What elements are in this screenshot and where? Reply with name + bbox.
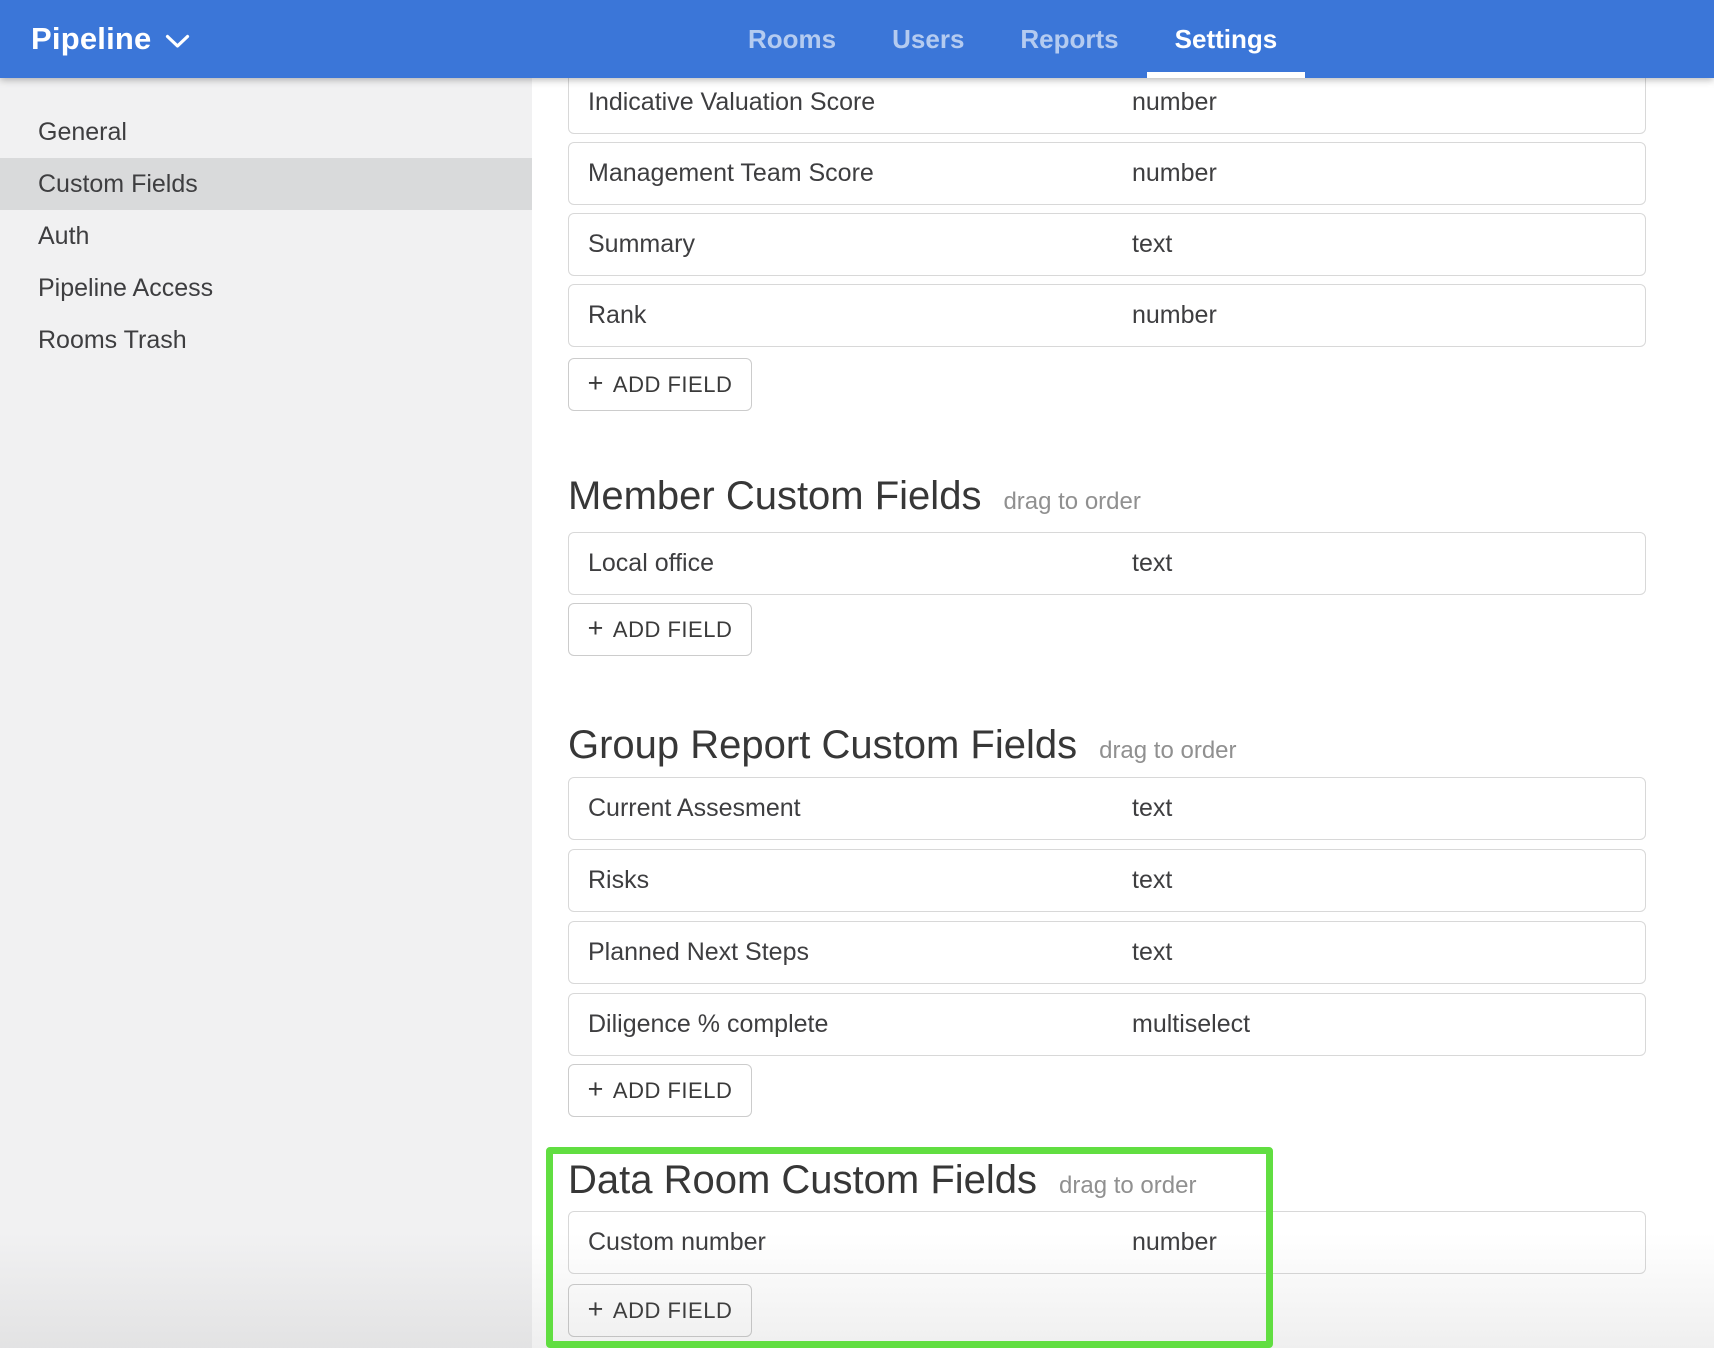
sidebar-item-label: Custom Fields — [38, 170, 198, 199]
field-type: number — [1132, 88, 1217, 117]
sidebar-item-pipeline-access[interactable]: Pipeline Access — [0, 262, 532, 314]
field-name: Risks — [588, 866, 649, 895]
tab-rooms-label: Rooms — [748, 24, 836, 55]
custom-field-row[interactable]: Management Team Score number — [568, 142, 1646, 205]
field-name: Indicative Valuation Score — [588, 88, 875, 117]
active-tab-indicator — [1147, 72, 1306, 78]
field-type: text — [1132, 938, 1172, 967]
sidebar-item-label: Rooms Trash — [38, 326, 187, 355]
field-name: Current Assesment — [588, 794, 801, 823]
tab-reports-label: Reports — [1020, 24, 1118, 55]
sidebar-item-auth[interactable]: Auth — [0, 210, 532, 262]
add-field-label: ADD FIELD — [613, 372, 732, 398]
top-nav: Rooms Users Reports Settings — [720, 0, 1305, 78]
sidebar-item-custom-fields[interactable]: Custom Fields — [0, 158, 532, 210]
field-name: Custom number — [588, 1228, 766, 1257]
settings-page: Pipeline Rooms Users Reports Settings — [0, 0, 1714, 1348]
section-title: Data Room Custom Fields — [568, 1156, 1037, 1204]
field-name: Diligence % complete — [588, 1010, 828, 1039]
chevron-down-icon — [165, 30, 190, 49]
app-header: Pipeline Rooms Users Reports Settings — [0, 0, 1714, 78]
tab-reports[interactable]: Reports — [992, 0, 1146, 78]
field-name: Planned Next Steps — [588, 938, 809, 967]
field-type: number — [1132, 1228, 1217, 1257]
plus-icon: + — [588, 615, 604, 645]
custom-field-row[interactable]: Risks text — [568, 849, 1646, 912]
plus-icon: + — [588, 1076, 604, 1106]
tab-settings[interactable]: Settings — [1147, 0, 1306, 78]
tab-rooms[interactable]: Rooms — [720, 0, 864, 78]
add-field-button[interactable]: + ADD FIELD — [568, 1284, 752, 1337]
drag-to-order-hint: drag to order — [1003, 478, 1140, 526]
field-type: multiselect — [1132, 1010, 1250, 1039]
section-title: Member Custom Fields — [568, 472, 981, 520]
custom-field-row[interactable]: Indicative Valuation Score number — [568, 71, 1646, 134]
section-heading-member: Member Custom Fields drag to order — [568, 472, 1646, 520]
drag-to-order-hint: drag to order — [1059, 1162, 1196, 1210]
sidebar-item-general[interactable]: General — [0, 106, 532, 158]
field-type: text — [1132, 794, 1172, 823]
custom-field-row[interactable]: Diligence % complete multiselect — [568, 993, 1646, 1056]
app-switcher[interactable]: Pipeline — [31, 0, 190, 78]
add-field-button[interactable]: + ADD FIELD — [568, 1064, 752, 1117]
settings-sidebar: General Custom Fields Auth Pipeline Acce… — [0, 78, 532, 1348]
tab-settings-label: Settings — [1175, 24, 1278, 55]
field-type: number — [1132, 159, 1217, 188]
add-field-button[interactable]: + ADD FIELD — [568, 603, 752, 656]
custom-field-row[interactable]: Rank number — [568, 284, 1646, 347]
app-title: Pipeline — [31, 21, 151, 57]
custom-field-row[interactable]: Custom number number — [568, 1211, 1646, 1274]
field-name: Summary — [588, 230, 695, 259]
add-field-label: ADD FIELD — [613, 617, 732, 643]
custom-field-row[interactable]: Current Assesment text — [568, 777, 1646, 840]
tab-users[interactable]: Users — [864, 0, 992, 78]
section-heading-group-report: Group Report Custom Fields drag to order — [568, 721, 1646, 769]
field-type: number — [1132, 301, 1217, 330]
drag-to-order-hint: drag to order — [1099, 727, 1236, 775]
section-title: Group Report Custom Fields — [568, 721, 1077, 769]
field-name: Management Team Score — [588, 159, 874, 188]
field-name: Local office — [588, 549, 714, 578]
tab-users-label: Users — [892, 24, 964, 55]
plus-icon: + — [588, 370, 604, 400]
add-field-label: ADD FIELD — [613, 1078, 732, 1104]
add-field-button[interactable]: + ADD FIELD — [568, 358, 752, 411]
field-type: text — [1132, 866, 1172, 895]
custom-field-row[interactable]: Planned Next Steps text — [568, 921, 1646, 984]
field-type: text — [1132, 230, 1172, 259]
plus-icon: + — [588, 1296, 604, 1326]
section-heading-data-room: Data Room Custom Fields drag to order — [568, 1156, 1646, 1204]
custom-field-row[interactable]: Summary text — [568, 213, 1646, 276]
sidebar-item-label: General — [38, 118, 127, 147]
field-name: Rank — [588, 301, 646, 330]
field-type: text — [1132, 549, 1172, 578]
sidebar-item-label: Auth — [38, 222, 89, 251]
sidebar-item-label: Pipeline Access — [38, 274, 213, 303]
sidebar-item-rooms-trash[interactable]: Rooms Trash — [0, 314, 532, 366]
add-field-label: ADD FIELD — [613, 1298, 732, 1324]
custom-fields-content: Indicative Valuation Score number Manage… — [568, 78, 1646, 1337]
custom-field-row[interactable]: Local office text — [568, 532, 1646, 595]
